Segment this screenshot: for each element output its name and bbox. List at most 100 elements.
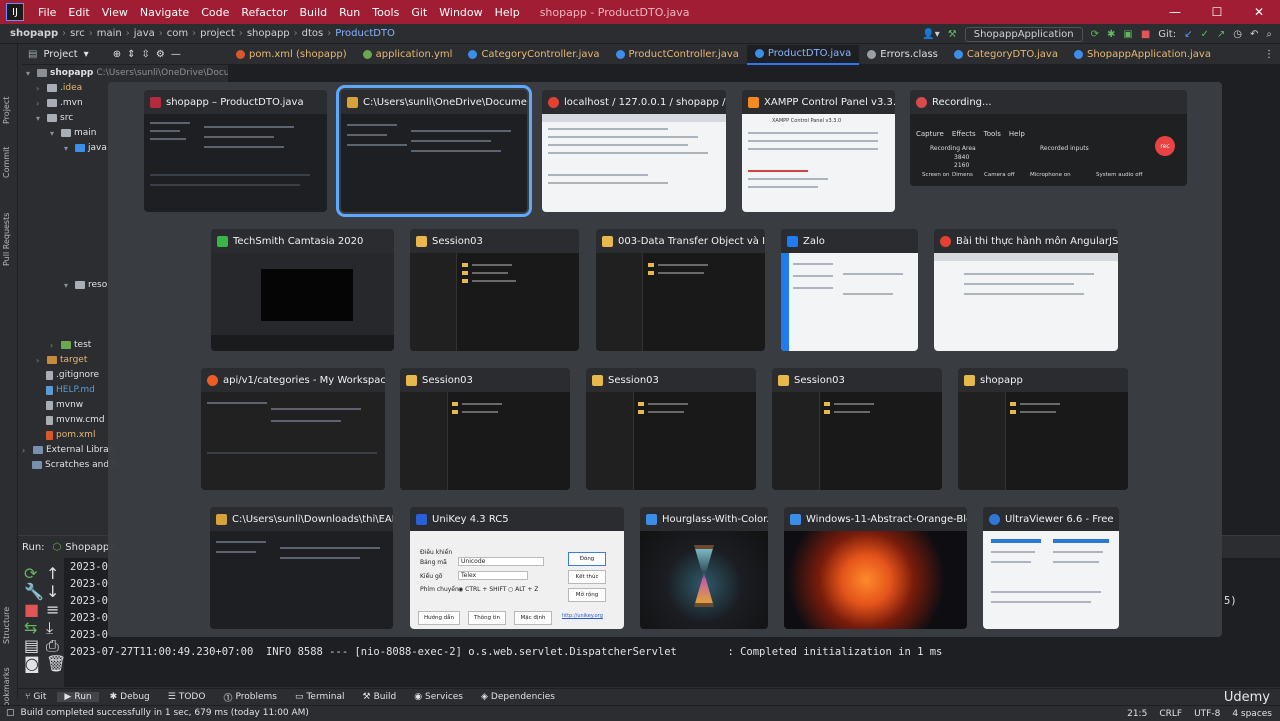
rec-item[interactable]: Camera off <box>984 172 1015 178</box>
window-thumb-10[interactable]: api/v1/categories - My Workspace <box>201 368 385 490</box>
uk-exit-button[interactable]: Kết thúc <box>568 570 606 584</box>
tab-application-yml[interactable]: application.yml <box>355 45 461 65</box>
locate-icon[interactable]: ⊕ <box>113 49 121 60</box>
tree-item-help-md[interactable]: HELP.md <box>46 385 95 395</box>
window-thumb-1[interactable]: C:\Users\sunli\OneDrive\Document... <box>336 85 532 217</box>
debug-icon[interactable]: ✱ <box>1107 29 1115 40</box>
git-commit-icon[interactable]: ✓ <box>1200 29 1208 40</box>
tab-shopappapplication[interactable]: ShopappApplication.java <box>1066 45 1219 65</box>
uk-link[interactable]: http://unikey.org <box>562 613 603 619</box>
run-tab[interactable]: ⬡ ShopappA <box>53 542 117 553</box>
tree-item-mvnw-cmd[interactable]: mvnw.cmd <box>46 415 105 425</box>
menu-edit[interactable]: Edit <box>62 6 95 19</box>
menu-file[interactable]: File <box>32 6 62 19</box>
window-thumb-9[interactable]: Bài thi thực hành môn AngularJS &... <box>934 229 1118 351</box>
history-icon[interactable]: ◷ <box>1233 29 1242 40</box>
expand-all-icon[interactable]: ⇕ <box>127 49 135 60</box>
uk-help-button[interactable]: Hướng dẫn <box>418 611 460 625</box>
line-ending[interactable]: CRLF <box>1159 709 1182 719</box>
pull-requests-tool-label[interactable]: Pull Requests <box>2 213 11 266</box>
restore-layout-icon[interactable]: ⇆ <box>24 618 37 637</box>
soft-wrap-icon[interactable]: ≡ <box>46 600 59 619</box>
tool-problems[interactable]: ⓵ Problems <box>216 691 284 704</box>
tab-productdto[interactable]: ProductDTO.java <box>746 44 860 65</box>
scroll-end-icon[interactable]: ⤓ <box>46 618 53 638</box>
menu-refactor[interactable]: Refactor <box>235 6 293 19</box>
rerun-icon[interactable]: ⟳ <box>24 564 37 583</box>
tab-productcontroller[interactable]: ProductController.java <box>608 45 747 65</box>
tool-build[interactable]: ⚒ Build <box>356 692 404 702</box>
tab-categorycontroller[interactable]: CategoryController.java <box>460 45 607 65</box>
git-update-icon[interactable]: ↙ <box>1184 29 1192 40</box>
status-message[interactable]: Build completed successfully in 1 sec, 6… <box>21 708 309 718</box>
uk-select[interactable]: Telex <box>458 571 528 580</box>
rec-menu-item[interactable]: Tools <box>984 130 1001 138</box>
window-thumb-18[interactable]: Windows-11-Abstract-Orange-Bloo... <box>784 507 967 629</box>
window-thumb-3[interactable]: XAMPP Control Panel v3.3.0... XAMPP Cont… <box>742 90 895 212</box>
commit-tool-label[interactable]: Commit <box>2 147 11 178</box>
window-thumb-17[interactable]: Hourglass-With-Color... <box>640 507 768 629</box>
search-icon[interactable]: ⌕ <box>1266 29 1272 40</box>
menu-window[interactable]: Window <box>433 6 488 19</box>
window-thumb-13[interactable]: Session03 <box>772 368 942 490</box>
file-encoding[interactable]: UTF-8 <box>1194 709 1220 719</box>
menu-navigate[interactable]: Navigate <box>134 6 195 19</box>
close-icon[interactable]: ✕ <box>1238 0 1280 24</box>
rec-item[interactable]: System audio off <box>1096 172 1142 178</box>
scroll-down-icon[interactable]: ↓ <box>46 582 59 601</box>
tool-terminal[interactable]: ▭ Terminal <box>288 692 352 702</box>
tree-item-mvn[interactable]: › .mvn <box>36 98 83 108</box>
camera-icon[interactable]: ◙ <box>24 654 40 673</box>
rerun-icon[interactable]: ⟳ <box>1091 29 1099 40</box>
window-thumb-19[interactable]: UltraViewer 6.6 - Free <box>983 507 1119 629</box>
tool-dependencies[interactable]: ◈ Dependencies <box>474 692 562 702</box>
scroll-up-icon[interactable]: ↑ <box>46 564 59 583</box>
menu-build[interactable]: Build <box>294 6 334 19</box>
gear-icon[interactable]: ⚙ <box>156 49 165 60</box>
tree-item-src[interactable]: ▾ src <box>36 113 73 123</box>
tool-services[interactable]: ◉ Services <box>407 692 470 702</box>
tab-categorydto[interactable]: CategoryDTO.java <box>946 45 1066 65</box>
menu-code[interactable]: Code <box>195 6 235 19</box>
uk-info-button[interactable]: Thông tin <box>468 611 506 625</box>
breadcrumb-main[interactable]: main <box>94 28 125 39</box>
window-thumb-2[interactable]: localhost / 127.0.0.1 / shopapp / pr... <box>542 90 726 212</box>
stop-icon[interactable]: ■ <box>1141 29 1150 40</box>
menu-view[interactable]: View <box>96 6 134 19</box>
window-thumb-7[interactable]: 003-Data Transfer Object và Inp... <box>596 229 765 351</box>
minimize-icon[interactable]: — <box>1154 0 1196 24</box>
tree-item-gitignore[interactable]: .gitignore <box>46 370 99 380</box>
rec-menu-item[interactable]: Help <box>1009 130 1025 138</box>
hide-icon[interactable]: — <box>171 49 181 60</box>
window-thumb-16[interactable]: UniKey 4.3 RC5 Điều khiển Bảng mã Unicod… <box>410 507 624 629</box>
rec-menu-item[interactable]: Capture <box>916 130 944 138</box>
tool-debug[interactable]: ✱ Debug <box>103 692 157 702</box>
run-configuration-select[interactable]: ShopappApplication <box>964 26 1083 42</box>
status-panel-icon[interactable]: ▢ <box>0 708 21 718</box>
uk-expand-button[interactable]: Mở rộng <box>568 588 606 602</box>
project-view-select[interactable]: Project <box>43 49 77 60</box>
rec-menu-item[interactable]: Effects <box>952 130 976 138</box>
breadcrumb-java[interactable]: java <box>131 28 158 39</box>
tree-item-java[interactable]: ▾ java <box>64 143 107 153</box>
breadcrumb-shopapp-pkg[interactable]: shopapp <box>244 28 293 39</box>
breadcrumb-project[interactable]: project <box>197 28 238 39</box>
breadcrumb-productdto[interactable]: ProductDTO <box>332 28 398 39</box>
trash-icon[interactable]: 🗑 <box>46 654 66 673</box>
print-icon[interactable]: ⎙ <box>46 636 59 656</box>
tree-item-pom-xml[interactable]: pom.xml <box>46 430 95 440</box>
rec-item[interactable]: Screen on <box>922 172 950 178</box>
tab-errors-class[interactable]: Errors.class <box>859 45 946 65</box>
tree-item-idea[interactable]: › .idea <box>36 83 82 93</box>
structure-tool-label[interactable]: Structure <box>2 607 11 644</box>
window-thumb-6[interactable]: Session03 <box>410 229 579 351</box>
uk-select[interactable]: Unicode <box>458 557 544 566</box>
uk-close-button[interactable]: Đóng <box>568 552 606 566</box>
breadcrumb-shopapp[interactable]: shopapp <box>0 28 61 39</box>
menu-git[interactable]: Git <box>405 6 433 19</box>
tool-run[interactable]: ▶ Run <box>57 692 99 702</box>
hammer-icon[interactable]: ⚒ <box>948 29 957 40</box>
menu-tools[interactable]: Tools <box>366 6 405 19</box>
indent-setting[interactable]: 4 spaces <box>1232 709 1272 719</box>
coverage-icon[interactable]: ▣ <box>1123 29 1132 40</box>
